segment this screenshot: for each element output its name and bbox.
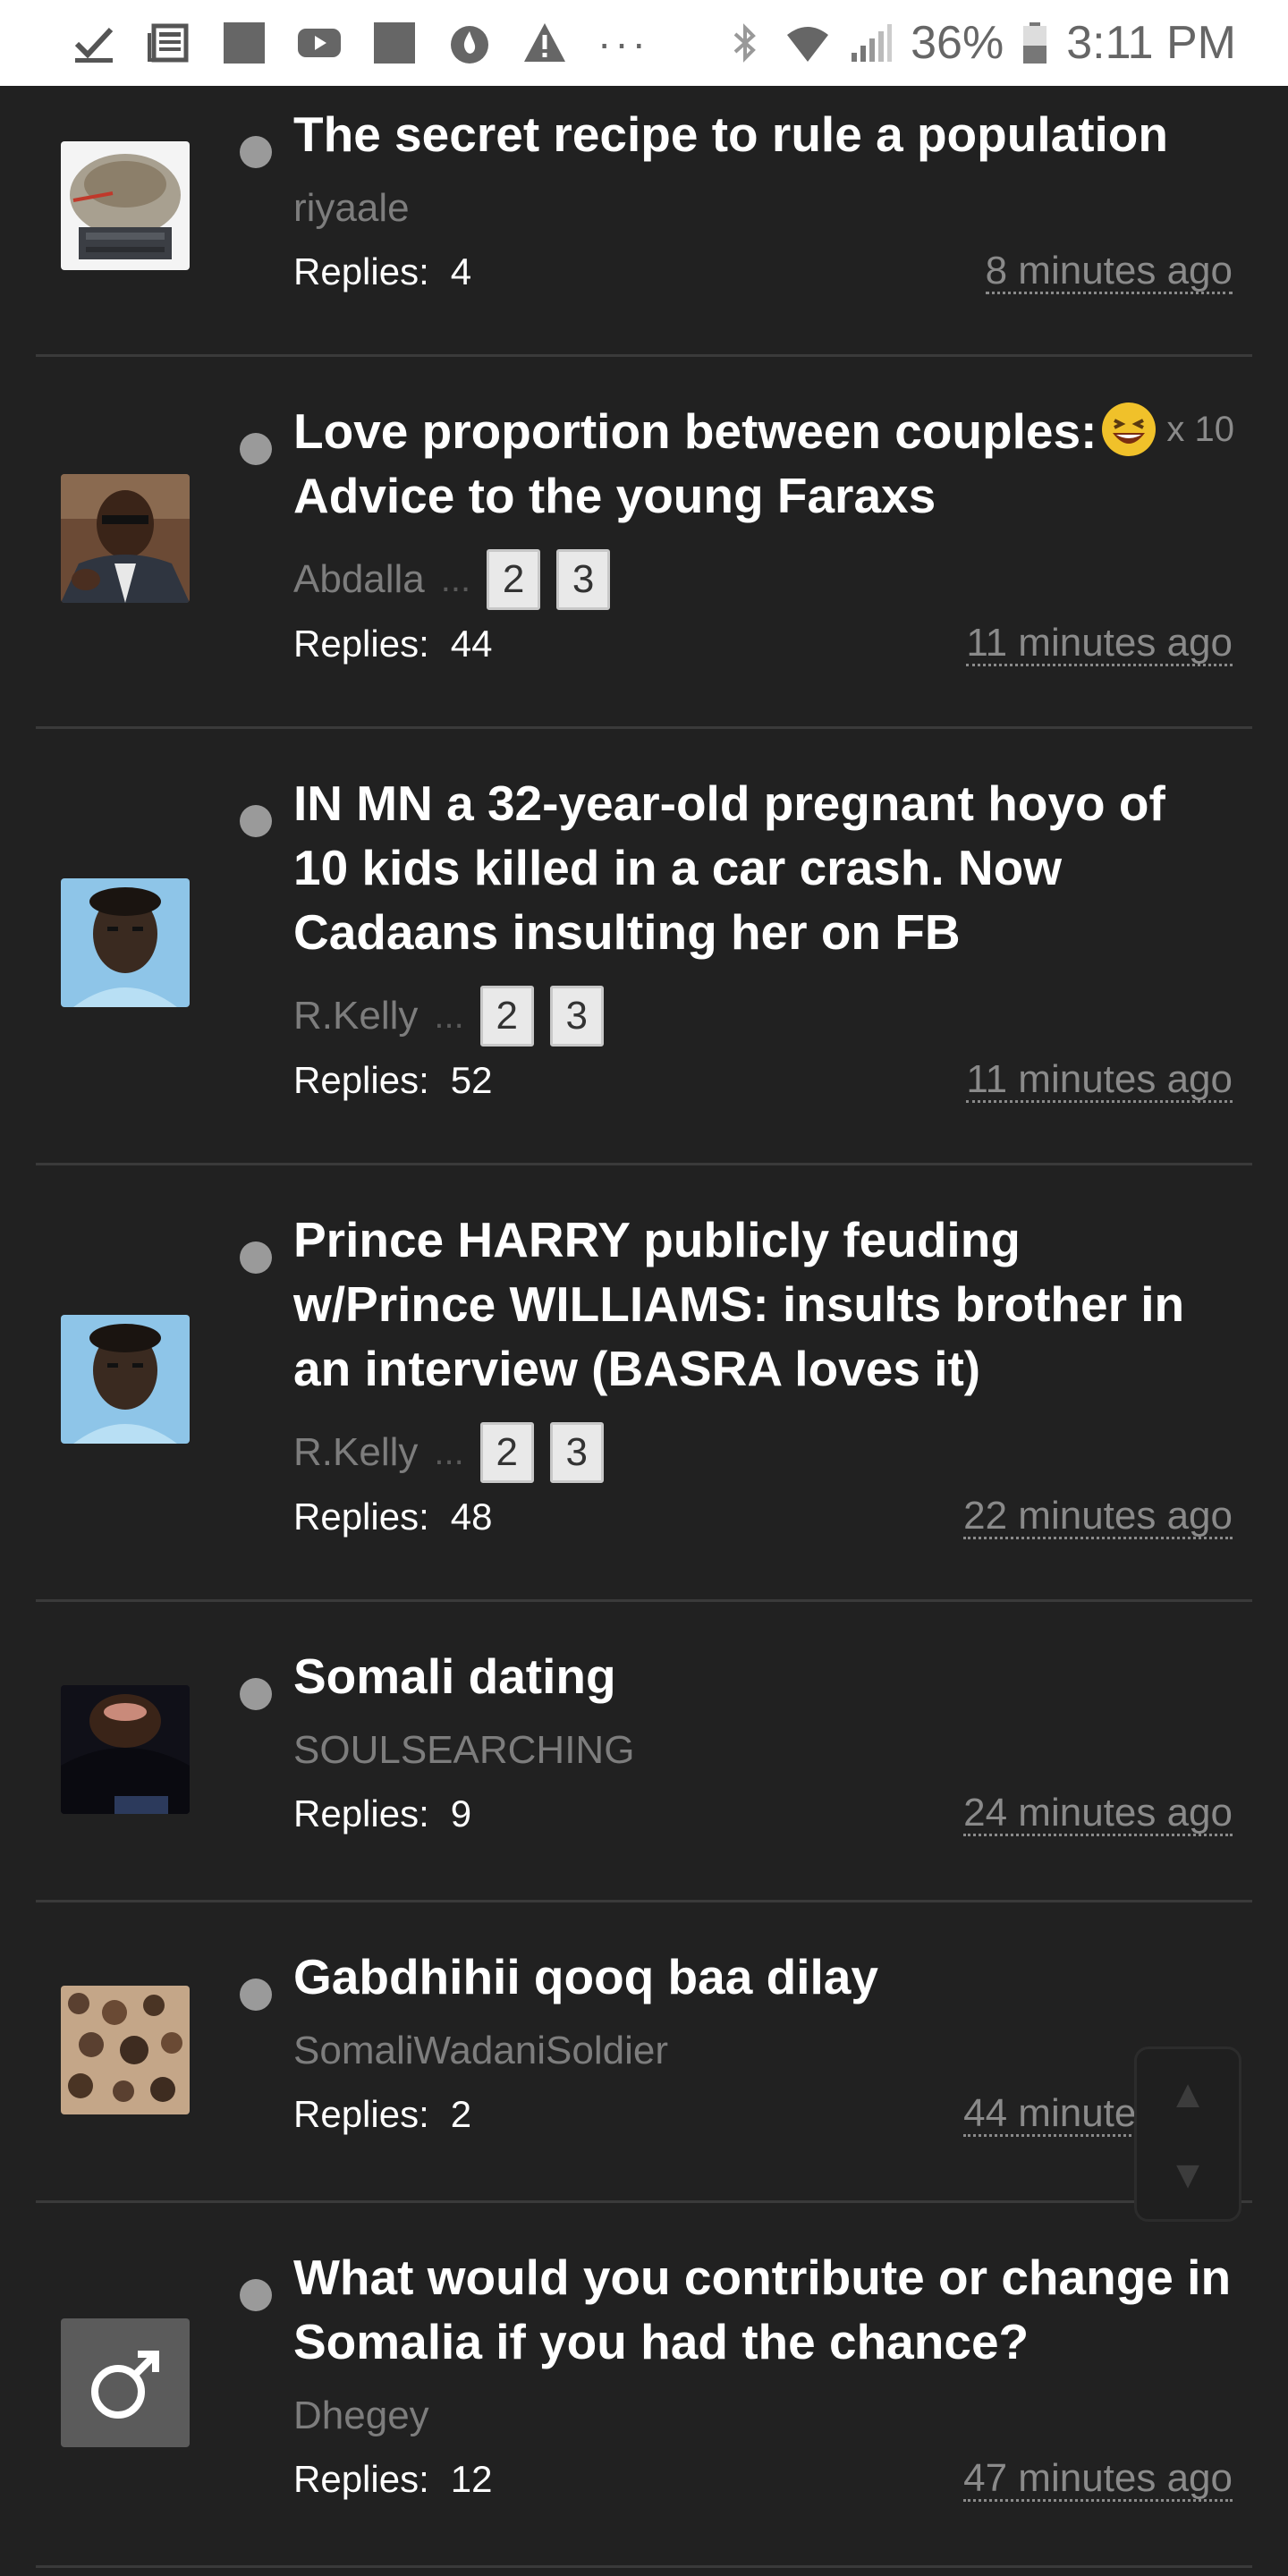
reaction-badge[interactable]: x 10 <box>1100 401 1234 458</box>
page-link[interactable]: 2 <box>487 549 541 610</box>
scroll-up-button[interactable]: ▲ <box>1137 2055 1239 2135</box>
replies-value: 44 <box>450 623 493 665</box>
warning-icon <box>522 21 567 65</box>
topic-title[interactable]: What would you contribute or change in S… <box>293 2245 1233 2374</box>
replies-value: 48 <box>450 1496 493 1538</box>
author-name[interactable]: Abdalla <box>293 557 425 602</box>
replies-label: Replies: <box>293 623 429 665</box>
topic-author[interactable]: riyaale <box>293 186 410 231</box>
topic-row[interactable]: Love proportion between couples: Advice … <box>36 354 1252 729</box>
more-notifications-icon: ··· <box>597 20 649 66</box>
topic-title[interactable]: Gabdhihii qooq baa dilay <box>293 1945 1233 2009</box>
avatar[interactable] <box>61 2318 190 2447</box>
page-link[interactable]: 2 <box>479 1422 534 1483</box>
replies-label: Replies: <box>293 2458 429 2500</box>
scroll-widget: ▲ ▼ <box>1134 2046 1241 2222</box>
last-post-time[interactable]: 11 minutes ago <box>966 1059 1233 1103</box>
avatar[interactable] <box>61 878 190 1007</box>
topic-author: R.Kelly ... 2 3 <box>293 986 604 1046</box>
last-post-time[interactable]: 47 minutes ago <box>963 2458 1233 2502</box>
author-name[interactable]: Dhegey <box>293 2394 429 2438</box>
avatar[interactable] <box>61 141 190 270</box>
replies-value: 52 <box>450 1059 493 1101</box>
replies-value: 4 <box>450 250 472 292</box>
unread-indicator <box>240 1241 272 1274</box>
ellipsis: ... <box>440 559 471 599</box>
replies-count: Replies: 48 <box>293 1496 492 1538</box>
topic-author: R.Kelly ... 2 3 <box>293 1422 604 1483</box>
topic-title[interactable]: The secret recipe to rule a population <box>293 102 1233 166</box>
topic-row[interactable]: Somali dating SOULSEARCHING Replies: 9 24… <box>36 1599 1252 1902</box>
unread-indicator <box>240 136 272 168</box>
signal-icon <box>848 21 893 65</box>
avatar[interactable] <box>61 474 190 603</box>
clock: 3:11 PM <box>1066 17 1236 69</box>
unread-indicator <box>240 433 272 465</box>
topic-row[interactable]: IN MN a 32-year-old pregnant hoyo of 10 … <box>36 726 1252 1165</box>
replies-count: Replies: 9 <box>293 1792 471 1835</box>
flame-icon <box>447 21 492 65</box>
topic-title[interactable]: Prince HARRY publicly feuding w/Prince W… <box>293 1208 1233 1401</box>
page-link[interactable]: 3 <box>549 1422 604 1483</box>
replies-value: 2 <box>450 2093 472 2135</box>
news-icon <box>147 21 191 65</box>
topic-title[interactable]: IN MN a 32-year-old pregnant hoyo of 10 … <box>293 771 1233 964</box>
last-post-time[interactable]: 22 minutes ago <box>963 1496 1233 1539</box>
author-name[interactable]: riyaale <box>293 186 410 231</box>
avatar[interactable] <box>61 1685 190 1814</box>
topic-author[interactable]: SOULSEARCHING <box>293 1728 634 1773</box>
replies-count: Replies: 52 <box>293 1059 492 1102</box>
topic-author[interactable]: Dhegey <box>293 2394 429 2438</box>
wifi-icon <box>785 21 830 65</box>
topic-title[interactable]: Somali dating <box>293 1644 1233 1708</box>
battery-percent: 36% <box>911 17 1004 69</box>
last-post-time[interactable]: 11 minutes ago <box>966 623 1233 666</box>
topic-author: Abdalla ... 2 3 <box>293 549 611 610</box>
replies-label: Replies: <box>293 250 429 292</box>
battery-icon <box>1021 21 1048 65</box>
replies-label: Replies: <box>293 1792 429 1835</box>
unread-indicator <box>240 1979 272 2011</box>
ellipsis: ... <box>434 1432 464 1472</box>
youtube-icon <box>297 21 342 65</box>
avatar[interactable] <box>61 1986 190 2114</box>
replies-label: Replies: <box>293 1496 429 1538</box>
topic-row[interactable]: Gabdhihii qooq baa dilay SomaliWadaniSol… <box>36 1900 1252 2203</box>
avatar[interactable] <box>61 1315 190 1444</box>
author-name[interactable]: R.Kelly <box>293 994 418 1038</box>
replies-count: Replies: 44 <box>293 623 492 665</box>
page-link[interactable]: 3 <box>549 986 604 1046</box>
unread-indicator <box>240 1678 272 1710</box>
square-icon <box>222 21 267 65</box>
page-link[interactable]: 2 <box>479 986 534 1046</box>
ellipsis: ... <box>434 996 464 1036</box>
topic-author[interactable]: SomaliWadaniSoldier <box>293 2029 668 2073</box>
status-bar: ··· 36% 3:11 PM <box>0 0 1288 86</box>
unread-indicator <box>240 2279 272 2311</box>
author-name[interactable]: R.Kelly <box>293 1430 418 1475</box>
replies-value: 12 <box>450 2458 493 2500</box>
page-link[interactable]: 3 <box>556 549 611 610</box>
replies-value: 9 <box>450 1792 472 1835</box>
replies-count: Replies: 2 <box>293 2093 471 2136</box>
check-icon <box>72 21 116 65</box>
last-post-time[interactable]: 8 minutes ago <box>985 250 1233 294</box>
topic-row[interactable]: The secret recipe to rule a population r… <box>36 86 1252 357</box>
replies-label: Replies: <box>293 1059 429 1101</box>
last-post-time[interactable]: 24 minutes ago <box>963 1792 1233 1836</box>
scroll-down-button[interactable]: ▼ <box>1137 2135 1239 2216</box>
unread-indicator <box>240 805 272 837</box>
topic-title[interactable]: Love proportion between couples: Advice … <box>293 399 1098 528</box>
topic-row[interactable]: What would you contribute or change in S… <box>36 2200 1252 2568</box>
author-name[interactable]: SomaliWadaniSoldier <box>293 2029 668 2073</box>
bluetooth-icon <box>723 21 767 65</box>
square-icon <box>372 21 417 65</box>
replies-label: Replies: <box>293 2093 429 2135</box>
author-name[interactable]: SOULSEARCHING <box>293 1728 634 1773</box>
reaction-count: x 10 <box>1166 409 1234 449</box>
topic-row[interactable]: Prince HARRY publicly feuding w/Prince W… <box>36 1163 1252 1602</box>
replies-count: Replies: 4 <box>293 250 471 293</box>
laughing-emoji-icon <box>1102 402 1157 456</box>
replies-count: Replies: 12 <box>293 2458 492 2501</box>
